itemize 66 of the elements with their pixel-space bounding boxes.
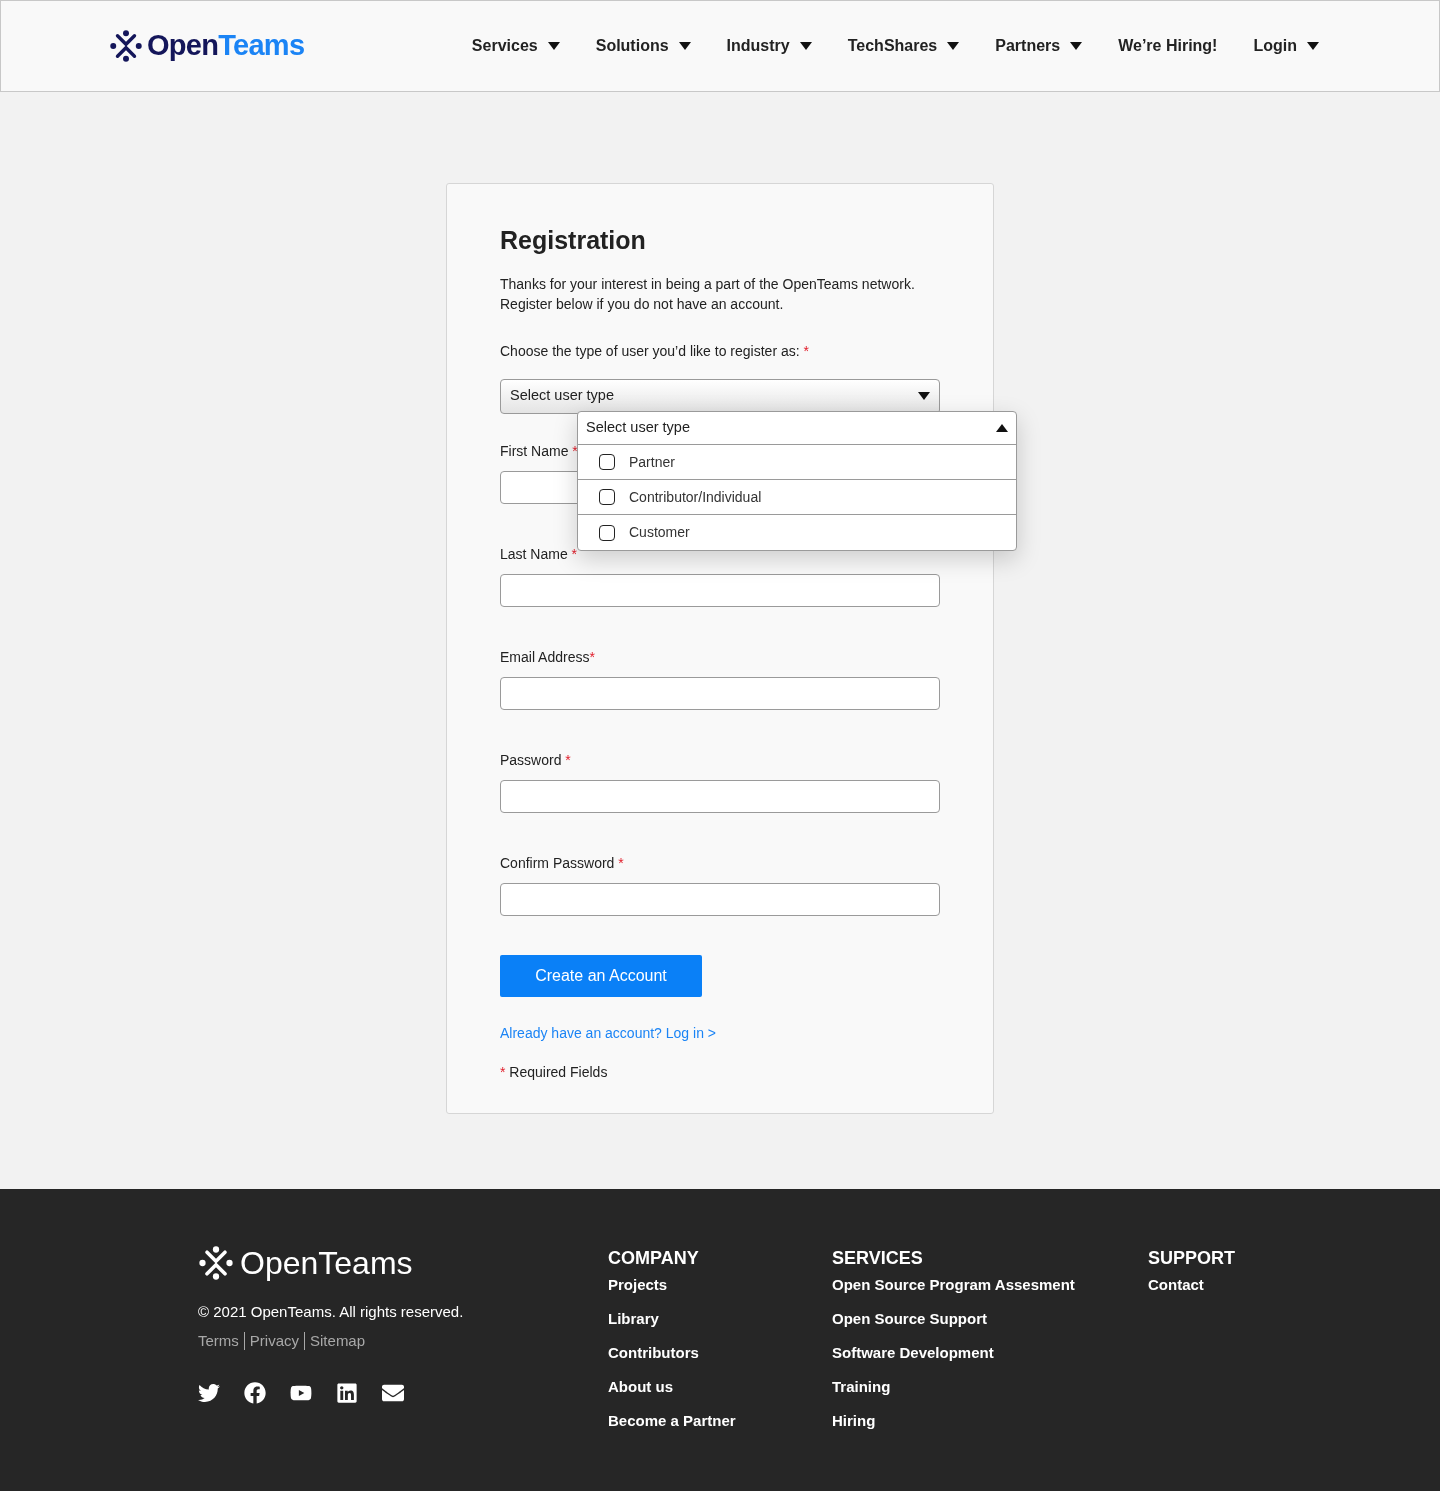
footer-column-heading: SUPPORT [1148,1247,1236,1270]
field-label: Email Address* [500,647,596,667]
nav-menu-item[interactable]: TechShares [847,34,960,58]
linkedin-icon[interactable] [336,1382,358,1404]
option-label: Customer [629,523,690,542]
footer-link[interactable]: Projects [608,1275,832,1295]
logo-link[interactable]: OpenTeams [109,24,305,68]
logo-icon [198,1245,234,1281]
copyright-text: © 2021 OpenTeams. All rights reserved. [198,1302,465,1322]
dropdown-option[interactable]: Partner [578,445,1016,480]
footer-link[interactable]: Training [832,1377,1148,1397]
option-label: Contributor/Individual [629,487,762,507]
login-link[interactable]: Already have an account? Log in > [500,1022,940,1044]
twitter-icon[interactable] [198,1382,220,1404]
caret-icon [918,392,930,400]
field-label: Last Name * [500,544,579,564]
footer-link[interactable]: Library [608,1309,832,1329]
caret-icon [1307,42,1319,50]
caret-icon [799,42,812,50]
user-type-select[interactable]: Select user type [500,378,940,414]
nav-menu-item[interactable]: We’re Hiring! [1118,34,1218,58]
footer-link[interactable]: Contact [1148,1275,1298,1295]
footer-logo-text: OpenTeams [240,1247,413,1279]
footer-link[interactable]: Open Source Program Assesment [832,1275,1148,1295]
option-label: Partner [629,452,675,472]
checkbox[interactable] [599,524,615,541]
text-field[interactable] [500,779,940,813]
caret-icon [678,42,691,50]
footer-link[interactable]: Software Development [832,1343,1148,1363]
nav-menu-item[interactable]: Partners [995,34,1083,58]
dropdown-option[interactable]: Contributor/Individual [578,480,1016,515]
legal-link[interactable]: Sitemap [310,1329,366,1352]
create-account-button[interactable]: Create an Account [500,954,702,997]
dropdown-header[interactable]: Select user type [578,412,1016,445]
required-note: * Required Fields [500,1062,609,1082]
caret-icon [547,42,560,50]
intro-text: Thanks for your interest in being a part of the OpenTeams network. Register below if you do not have an account. [500,274,916,314]
logo-icon [109,29,143,63]
field-label: Confirm Password * [500,853,625,873]
nav-menu-item[interactable]: Services [471,34,560,58]
caret-icon [947,42,960,50]
footer-link[interactable]: Contributors [608,1343,832,1363]
dropdown-option[interactable]: Customer [578,515,1016,550]
text-field[interactable] [500,882,940,916]
legal-link[interactable]: Privacy [249,1329,300,1352]
envelope-icon[interactable] [382,1382,404,1404]
facebook-icon[interactable] [244,1382,266,1404]
nav-menu-item[interactable]: Industry [726,34,812,58]
footer-column-heading: COMPANY [608,1247,700,1270]
text-field[interactable] [500,676,940,710]
footer-link[interactable]: Become a Partner [608,1411,832,1431]
caret-icon [996,424,1008,432]
footer-link[interactable]: Open Source Support [832,1309,1148,1329]
checkbox[interactable] [599,454,615,470]
text-field[interactable] [500,573,940,607]
nav-menu-item[interactable]: Login [1253,34,1319,58]
field-label: Password * [500,750,572,770]
footer-column-heading: SERVICES [832,1247,924,1270]
form-title: Registration [500,225,647,256]
caret-icon [1070,42,1083,50]
nav-menu-item[interactable]: Solutions [595,34,691,58]
footer-link[interactable]: Hiring [832,1411,1148,1431]
footer-link[interactable]: About us [608,1377,832,1397]
field-label: Choose the type of user you’d like to register as: * [500,341,810,361]
legal-link[interactable]: Terms [198,1329,239,1352]
checkbox[interactable] [599,489,615,505]
